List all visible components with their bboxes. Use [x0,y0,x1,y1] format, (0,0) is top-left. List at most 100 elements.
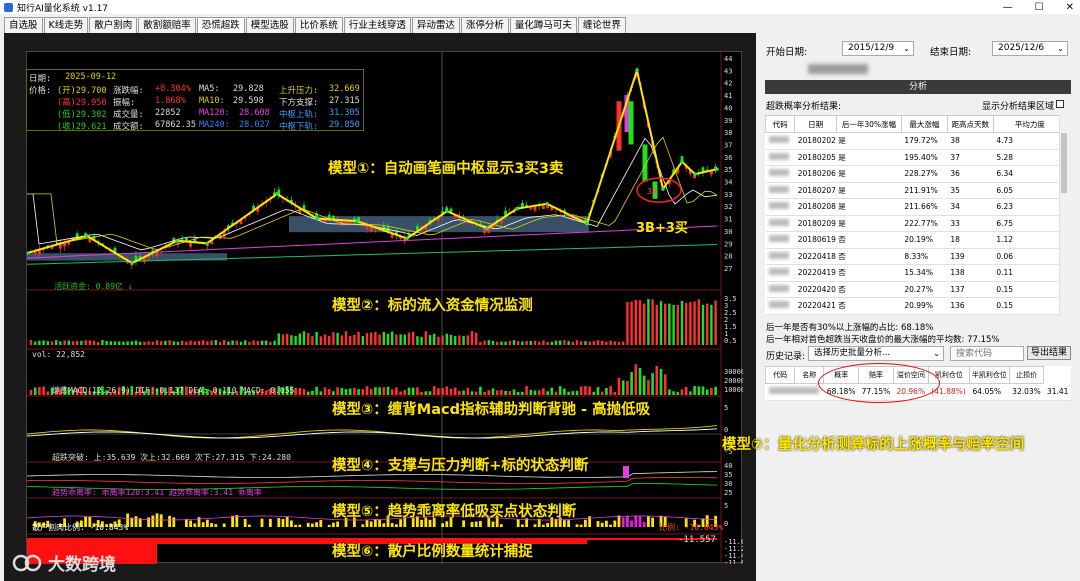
flow-bar [176,341,180,345]
bias-bar [626,516,629,527]
end-date-picker[interactable]: 2025/12/6 ⌄ [992,41,1068,56]
tab-9[interactable]: 涨停分析 [460,17,509,33]
table-row[interactable]: 20220421 否 20.99% 136 0.15 [765,297,1067,315]
tab-1[interactable]: K线走势 [43,17,89,33]
tab-4[interactable]: 恐慌超跌 [196,17,245,33]
volume-bar [630,372,633,395]
volume-bar [403,389,407,395]
close-button[interactable]: ✕ [1066,2,1074,13]
stroke-vertex [315,216,319,221]
tab-5[interactable]: 模型选股 [245,17,294,33]
history-select[interactable]: 选择历史批量分析... ⌄ [808,346,944,361]
volume-bar [340,388,344,395]
volume-bar [609,386,612,395]
flow-bar [437,336,440,345]
volume-bar [311,390,314,395]
export-button[interactable]: 导出结果 [1027,346,1071,360]
flow-bar [189,340,192,345]
table-row[interactable]: 20180207 是 211.91% 35 6.05 [765,182,1067,199]
table1-header[interactable]: 距高点天数 [946,115,994,133]
table-cell: 222.77% [901,215,948,232]
table-row[interactable]: 20180202 是 179.72% 38 4.73 [765,132,1067,150]
tab-7[interactable]: 行业主线穿透 [343,17,411,33]
flow-bar [46,341,49,345]
flow-bar [554,340,558,345]
show-region-checkbox[interactable] [1056,100,1064,108]
flow-bar [697,299,700,345]
volume-bar [495,390,499,395]
flow-bar [118,341,121,345]
flow-bar [701,304,705,345]
table2-header[interactable]: 止损价 [1008,366,1045,384]
table-row[interactable]: 20220420 否 20.27% 137 0.15 [765,281,1067,298]
flow-bar [651,299,654,345]
retail-ratio-right: 比例: -10.843% [659,523,724,532]
window-title: 知行AI量化系统 v1.17 [17,3,109,14]
search-code-input[interactable] [950,346,1024,361]
scroll-thumb[interactable] [1061,133,1067,193]
table2-header[interactable]: 半凯利仓位 [969,366,1010,384]
volume-bar [466,387,470,395]
table-row[interactable]: 20220418 否 8.33% 139 0.06 [765,248,1067,265]
table2-header[interactable]: 代码 [764,366,796,384]
table-row[interactable]: 20180208 是 211.66% 34 6.23 [765,198,1067,216]
table-row[interactable]: 20180205 是 195.40% 37 5.28 [765,149,1067,166]
table1-header[interactable]: 后一年30%涨幅 [836,115,902,133]
volume-bar [449,388,453,395]
table-cell: 6.75 [993,215,1067,232]
volume-bar [441,388,444,395]
flow-bar [256,341,259,345]
tab-10[interactable]: 量化蹲马可夫 [509,17,577,33]
bias-bar [617,515,621,527]
tab-0[interactable]: 自选股 [4,17,43,33]
bias-bar [621,517,625,527]
vol-label: 成交量: [113,110,144,120]
quote-info-box: 日期: 2025-09-12 价格: (开)29.700 (高)29.950 (… [26,69,364,132]
table1-header[interactable]: 日期 [794,115,838,133]
volume-bar [445,386,449,395]
tab-3[interactable]: 散割额赔率 [138,17,196,33]
table-row[interactable]: 20180206 是 228.27% 36 6.34 [765,165,1067,183]
flow-bar [643,303,646,345]
ma10-label: MA10: [199,96,225,106]
table1-header[interactable]: 平均力度 [992,115,1068,133]
flow-bar [59,341,62,345]
bias-bar [563,520,566,527]
table-row[interactable]: 20220419 否 15.34% 138 0.11 [765,264,1067,282]
volume-bar [365,386,369,395]
flow-bar [529,340,532,345]
bias-bar [327,524,331,527]
analyze-button[interactable]: 分析 [765,80,1071,94]
table-row[interactable]: 20180619 否 20.19% 18 1.12 [765,231,1067,249]
flow-bar [193,341,196,345]
flow-bar [664,303,667,345]
start-date-picker[interactable]: 2015/12/9 ⌄ [842,41,914,56]
table-row[interactable]: 20180209 是 222.77% 33 6.75 [765,215,1067,232]
stroke-vertex [175,239,179,243]
tab-8[interactable]: 异动雷达 [411,17,460,33]
flow-bar [328,335,331,345]
volume-bar [432,386,436,395]
volume-bar [626,380,629,395]
tab-6[interactable]: 比价系统 [294,17,343,33]
flow-bar [168,340,171,345]
volume-bar [697,386,701,395]
minimize-button[interactable]: — [1003,2,1013,13]
volume-bar [420,391,423,395]
trend-line [27,477,718,484]
vol-value: 22852 [155,108,181,118]
maximize-button[interactable]: ☐ [1035,2,1044,13]
history-select-value: 选择历史批量分析... [814,348,891,358]
table1-header[interactable]: 代码 [764,115,796,133]
volume-bar [705,389,709,395]
tab-2[interactable]: 散户割肉 [89,17,138,33]
table-scrollbar[interactable] [1059,115,1067,317]
table1-header[interactable]: 最大涨幅 [900,115,948,133]
date-cell: 20220418 否 [794,248,902,265]
flow-bar [685,302,688,345]
flow-bar [147,341,150,345]
analysis-panel: 开始日期: 2015/12/9 ⌄ 结束日期: 2025/12/6 ⌄ 分析 超… [760,38,1076,578]
table-cell: 6.05 [993,182,1067,199]
bias-bar [567,520,570,527]
tab-11[interactable]: 缠论世界 [577,17,626,33]
